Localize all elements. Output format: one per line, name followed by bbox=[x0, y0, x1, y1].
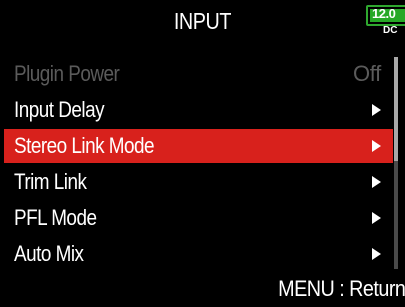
menu-item-label: Input Delay bbox=[14, 97, 105, 122]
menu-item-label: PFL Mode bbox=[14, 205, 97, 230]
arrow-right-icon bbox=[372, 140, 381, 152]
menu-item-label: Trim Link bbox=[14, 169, 87, 194]
menu-item-input-delay[interactable]: Input Delay bbox=[0, 93, 405, 127]
menu-item-plugin-power: Plugin Power Off bbox=[0, 57, 405, 91]
power-source-label: DC bbox=[383, 25, 398, 36]
arrow-right-icon bbox=[372, 104, 381, 116]
menu-list: Plugin Power Off Input Delay Stereo Link… bbox=[0, 57, 405, 273]
return-hint: MENU : Return bbox=[277, 276, 405, 301]
battery-icon: 12.0 bbox=[366, 5, 405, 26]
menu-item-auto-mix[interactable]: Auto Mix bbox=[0, 237, 405, 271]
menu-item-value: Off bbox=[352, 61, 381, 86]
menu-item-label: Auto Mix bbox=[14, 241, 84, 266]
page-title: INPUT bbox=[173, 8, 232, 34]
menu-item-trim-link[interactable]: Trim Link bbox=[0, 165, 405, 199]
menu-item-label: Stereo Link Mode bbox=[14, 133, 155, 158]
battery-voltage: 12.0 bbox=[372, 6, 396, 21]
menu-item-stereo-link-mode[interactable]: Stereo Link Mode bbox=[4, 129, 393, 163]
device-screen: INPUT 12.0 DC Plugin Power Off Input Del… bbox=[0, 0, 405, 307]
arrow-right-icon bbox=[372, 176, 381, 188]
menu-item-label: Plugin Power bbox=[14, 61, 120, 86]
menu-item-pfl-mode[interactable]: PFL Mode bbox=[0, 201, 405, 235]
scrollbar-thumb[interactable] bbox=[394, 57, 398, 161]
arrow-right-icon bbox=[372, 212, 381, 224]
arrow-right-icon bbox=[372, 248, 381, 260]
